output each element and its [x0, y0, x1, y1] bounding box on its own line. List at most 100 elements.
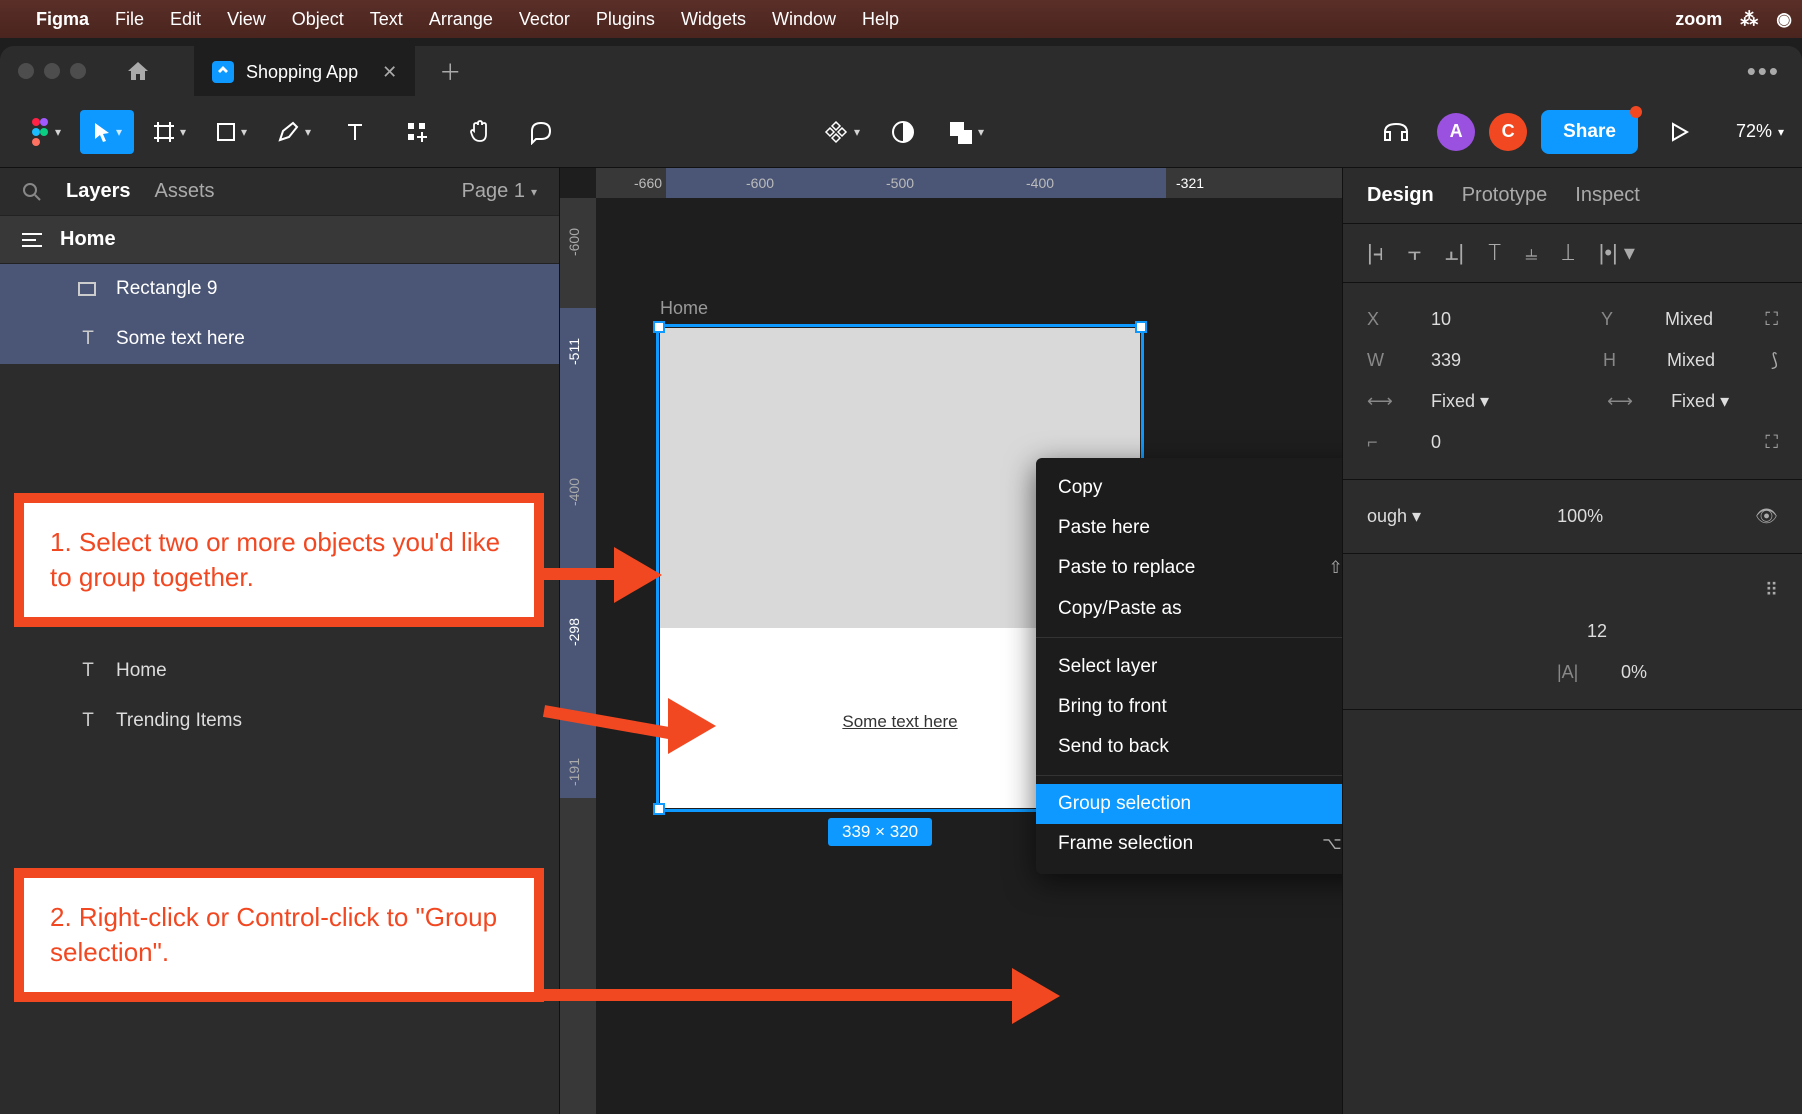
- y-input[interactable]: Mixed: [1665, 309, 1713, 330]
- opacity-input[interactable]: 100%: [1557, 506, 1603, 527]
- menubar-status-icon[interactable]: ⁂: [1740, 9, 1758, 30]
- canvas[interactable]: -660 -600 -500 -400 -321 -600 -511 -400 …: [560, 168, 1342, 1114]
- ctx-copy[interactable]: Copy⌘C: [1036, 468, 1342, 508]
- font-size-input[interactable]: 12: [1587, 621, 1607, 642]
- ctx-bring-front[interactable]: Bring to front]: [1036, 687, 1342, 727]
- tab-design[interactable]: Design: [1367, 184, 1434, 207]
- frame-name: Home: [60, 228, 116, 251]
- menubar-zoom-app[interactable]: zoom: [1675, 9, 1722, 30]
- menu-arrange[interactable]: Arrange: [429, 9, 493, 30]
- distribute-icon[interactable]: |•| ▾: [1599, 240, 1635, 266]
- ctx-group-selection[interactable]: Group selection⌘G: [1036, 784, 1342, 824]
- align-right-icon[interactable]: ⫠|: [1445, 240, 1464, 266]
- share-button[interactable]: Share: [1541, 110, 1638, 154]
- align-top-icon[interactable]: ⟙: [1488, 240, 1501, 266]
- avatar-a[interactable]: A: [1437, 113, 1475, 151]
- menu-help[interactable]: Help: [862, 9, 899, 30]
- ctx-separator: [1036, 637, 1342, 638]
- visibility-icon[interactable]: 👁: [1755, 506, 1778, 527]
- resize-handle-bl[interactable]: [653, 803, 665, 815]
- menu-window[interactable]: Window: [772, 9, 836, 30]
- menu-file[interactable]: File: [115, 9, 144, 30]
- menu-view[interactable]: View: [227, 9, 266, 30]
- layer-label: Some text here: [116, 328, 245, 350]
- ctx-copy-paste-as[interactable]: Copy/Paste as▶: [1036, 588, 1342, 629]
- new-tab-button[interactable]: ＋: [439, 55, 461, 87]
- tab-shopping-app[interactable]: Shopping App ✕: [194, 46, 415, 96]
- menu-vector[interactable]: Vector: [519, 9, 570, 30]
- frame-tool[interactable]: ▾: [142, 110, 196, 154]
- present-icon[interactable]: [1652, 110, 1706, 154]
- link-wh-icon[interactable]: ⟆: [1771, 350, 1778, 371]
- tab-inspect[interactable]: Inspect: [1575, 184, 1639, 207]
- comment-tool[interactable]: [514, 110, 568, 154]
- tab-prototype[interactable]: Prototype: [1462, 184, 1548, 207]
- mask-tool[interactable]: [876, 110, 930, 154]
- layer-trending-items[interactable]: T Trending Items: [0, 696, 559, 746]
- layer-rectangle-9[interactable]: Rectangle 9: [0, 264, 559, 314]
- ctx-frame-selection[interactable]: Frame selection⌥⌘G: [1036, 824, 1342, 864]
- more-icon[interactable]: •••: [1747, 56, 1780, 87]
- independent-corners-icon[interactable]: ⛶: [1765, 432, 1778, 453]
- hand-tool[interactable]: [452, 110, 506, 154]
- component-tool[interactable]: ▾: [814, 110, 868, 154]
- tab-label: Shopping App: [246, 62, 358, 83]
- resize-handle-tr[interactable]: [1135, 321, 1147, 333]
- close-tab-icon[interactable]: ✕: [382, 62, 397, 83]
- x-input[interactable]: 10: [1431, 309, 1451, 330]
- v-resize-icon: ⟷: [1607, 391, 1631, 412]
- radius-input[interactable]: 0: [1431, 432, 1441, 453]
- boolean-tool[interactable]: ▾: [938, 110, 992, 154]
- ctx-send-back[interactable]: Send to back[: [1036, 727, 1342, 767]
- home-tab-icon[interactable]: [126, 60, 150, 82]
- letter-spacing-input[interactable]: 0%: [1621, 662, 1647, 683]
- resources-tool[interactable]: [390, 110, 444, 154]
- layer-some-text[interactable]: T Some text here: [0, 314, 559, 364]
- canvas-frame-label[interactable]: Home: [660, 298, 708, 319]
- text-section: ⠿ 12 |A| 0%: [1343, 554, 1802, 710]
- align-vcenter-icon[interactable]: ⫨: [1525, 240, 1537, 266]
- search-icon[interactable]: [22, 182, 42, 202]
- align-hcenter-icon[interactable]: ⫟: [1408, 240, 1421, 266]
- frame-header[interactable]: Home: [0, 215, 559, 264]
- arrow-icon: [668, 698, 716, 754]
- menubar-app-name[interactable]: Figma: [36, 9, 89, 30]
- zoom-level[interactable]: 72%▾: [1736, 121, 1784, 142]
- h-input[interactable]: Mixed: [1667, 350, 1715, 371]
- move-tool[interactable]: ▾: [80, 110, 134, 154]
- layer-label: Trending Items: [116, 710, 242, 732]
- shape-tool[interactable]: ▾: [204, 110, 258, 154]
- menu-text[interactable]: Text: [370, 9, 403, 30]
- ctx-select-layer[interactable]: Select layer▶: [1036, 646, 1342, 687]
- v-resize-select[interactable]: Fixed ▾: [1671, 391, 1729, 412]
- text-props-icon[interactable]: ⠿: [1765, 580, 1778, 601]
- menu-edit[interactable]: Edit: [170, 9, 201, 30]
- resize-handle-tl[interactable]: [653, 321, 665, 333]
- menu-object[interactable]: Object: [292, 9, 344, 30]
- audio-icon[interactable]: [1369, 110, 1423, 154]
- h-resize-select[interactable]: Fixed ▾: [1431, 391, 1489, 412]
- tab-layers[interactable]: Layers: [66, 180, 131, 203]
- avatar-c[interactable]: C: [1489, 113, 1527, 151]
- text-tool[interactable]: [328, 110, 382, 154]
- menubar-status-icon-2[interactable]: ◉: [1776, 9, 1792, 30]
- layer-home[interactable]: T Home: [0, 646, 559, 696]
- pen-tool[interactable]: ▾: [266, 110, 320, 154]
- align-bottom-icon[interactable]: ⟘: [1562, 240, 1575, 266]
- blend-mode-select[interactable]: ough ▾: [1367, 506, 1421, 527]
- traffic-lights[interactable]: [18, 63, 86, 79]
- align-left-icon[interactable]: |⫞: [1367, 240, 1384, 266]
- align-pixel-icon[interactable]: ⛶: [1765, 309, 1778, 330]
- text-icon: T: [78, 328, 98, 350]
- ctx-paste-here[interactable]: Paste here: [1036, 508, 1342, 548]
- ctx-paste-replace[interactable]: Paste to replace⇧⌘R: [1036, 548, 1342, 588]
- menu-widgets[interactable]: Widgets: [681, 9, 746, 30]
- w-input[interactable]: 339: [1431, 350, 1461, 371]
- position-section: X 10 Y Mixed ⛶ W 339 H Mixed ⟆ ⟷ Fixed ▾…: [1343, 283, 1802, 480]
- tab-assets[interactable]: Assets: [155, 180, 215, 203]
- page-selector[interactable]: Page 1▾: [462, 180, 537, 203]
- ctx-separator: [1036, 775, 1342, 776]
- annotation-step1: 1. Select two or more objects you'd like…: [14, 493, 544, 627]
- menu-plugins[interactable]: Plugins: [596, 9, 655, 30]
- figma-menu-icon[interactable]: ▾: [18, 110, 72, 154]
